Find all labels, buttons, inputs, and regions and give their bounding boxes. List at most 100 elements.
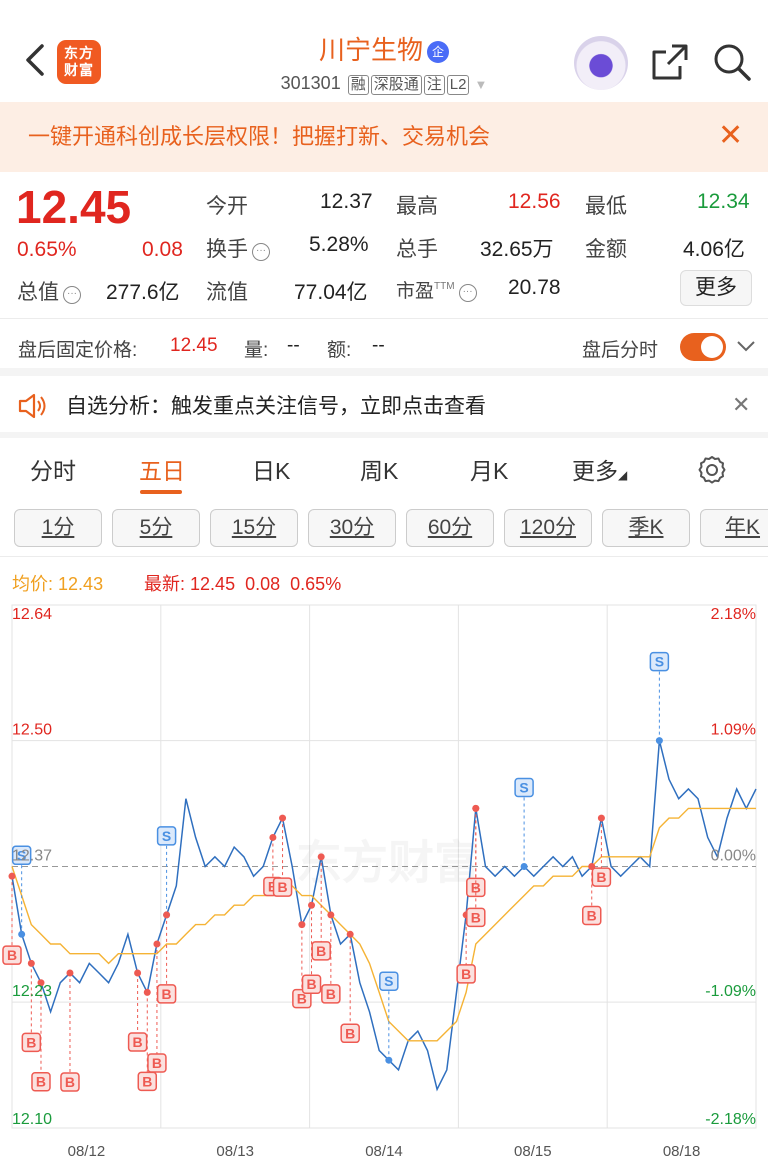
assistant-avatar[interactable] [574, 36, 628, 90]
sell-marker: S [649, 651, 670, 672]
after-hours-amount: -- [372, 335, 385, 356]
stock-code: 301301 [280, 73, 341, 93]
after-hours-toggle[interactable] [680, 333, 726, 361]
tab-more[interactable]: 更多◢ [572, 452, 627, 486]
buy-marker: B [456, 964, 476, 984]
stock-name: 川宁生物 [318, 35, 423, 65]
after-hours-amount-label: 额: [327, 340, 352, 361]
marker-dot [143, 988, 151, 996]
marker-label: B [306, 976, 316, 992]
marker-label: B [133, 1034, 143, 1050]
marker-dot [346, 930, 354, 938]
marker-dot [520, 863, 528, 870]
marker-dot [597, 814, 605, 822]
label-text: 换手 [206, 238, 248, 261]
marker-label: S [519, 780, 528, 796]
marker-label: B [162, 986, 172, 1002]
marker-dot [27, 959, 35, 967]
period-5min[interactable]: 5分 [112, 509, 200, 547]
after-hours-volume-label: 量: [244, 340, 269, 361]
settings-gear-icon[interactable] [696, 454, 728, 486]
promo-text: 一键开通科创成长层权限！把握打新、交易机会 [28, 124, 491, 149]
marker-dot [269, 833, 277, 841]
tab-daily-k[interactable]: 日K [252, 452, 290, 486]
tag-level2: L2 [446, 75, 470, 95]
latest-legend: 最新: 12.45 0.08 0.65% [144, 570, 341, 596]
amount-value: 4.06亿 [683, 238, 745, 261]
marker-label: B [36, 1074, 46, 1090]
sell-marker: S [156, 826, 177, 846]
avg-price-legend: 均价: 12.43 [12, 570, 103, 596]
marker-dot [279, 814, 287, 822]
market-cap: 277.6亿 [106, 281, 180, 304]
marker-dot [472, 804, 480, 812]
period-120min[interactable]: 120分 [504, 509, 592, 547]
y-tick-left: 12.50 [12, 722, 52, 739]
label-text: 市盈 [396, 281, 435, 302]
price-line [11, 740, 757, 1092]
marker-dot [18, 930, 26, 938]
after-hours-price: 12.45 [170, 335, 218, 356]
marker-dot [317, 853, 325, 861]
sell-marker: S [514, 777, 534, 798]
x-tick: 08/13 [216, 1143, 254, 1156]
marker-label: S [384, 973, 393, 989]
period-year-k[interactable]: 年K [700, 509, 768, 547]
period-1min[interactable]: 1分 [14, 509, 102, 547]
buy-marker: B [591, 867, 612, 887]
tab-more-label: 更多 [572, 458, 618, 484]
marker-label: B [596, 869, 606, 885]
marker-dot [385, 1056, 393, 1064]
buy-marker: B [156, 984, 177, 1004]
avg-value: 12.43 [58, 574, 104, 594]
more-dots-icon: ··· [458, 284, 477, 302]
buy-marker: B [137, 1071, 158, 1092]
period-60min[interactable]: 60分 [406, 509, 494, 547]
period-30min[interactable]: 30分 [308, 509, 396, 547]
latest-percent: 0.65% [290, 574, 342, 594]
tab-intraday[interactable]: 分时 [30, 452, 76, 486]
promo-banner[interactable]: 一键开通科创成长层权限！把握打新、交易机会 [0, 102, 768, 172]
marker-label: B [142, 1073, 152, 1089]
watermark: 东方财富 [296, 837, 480, 889]
buy-marker: B [147, 1053, 167, 1073]
tab-five-day[interactable]: 五日 [139, 452, 185, 486]
tab-weekly-k[interactable]: 周K [360, 452, 398, 486]
more-button[interactable]: 更多 [680, 270, 752, 306]
latest-value: 12.45 [190, 574, 236, 594]
pe-label[interactable]: 市盈TTM ··· [396, 276, 477, 303]
y-tick-right: -1.09% [705, 983, 756, 1000]
market-cap-label[interactable]: 总值 ··· [17, 276, 81, 306]
dropdown-triangle-icon: ▼ [474, 77, 488, 92]
volume-label: 总手 [396, 238, 438, 261]
close-icon[interactable]: ✕ [718, 118, 743, 154]
after-hours-volume: -- [287, 335, 300, 356]
avg-label: 均价: [12, 574, 54, 594]
close-signal-icon[interactable]: ✕ [732, 392, 750, 418]
y-tick-left: 12.64 [12, 606, 52, 623]
tag-connect: 深股通 [370, 75, 422, 95]
chevron-down-icon[interactable] [736, 338, 756, 354]
x-tick: 08/15 [514, 1143, 552, 1156]
marker-label: S [655, 654, 664, 670]
pe-superscript: TTM [434, 281, 455, 292]
divider [0, 556, 768, 557]
label-text: 总值 [17, 281, 59, 304]
open-label: 今开 [206, 195, 248, 218]
marker-label: B [152, 1055, 162, 1071]
turnover-label[interactable]: 换手 ··· [206, 233, 270, 263]
period-quarter-k[interactable]: 季K [602, 509, 690, 547]
period-15min[interactable]: 15分 [210, 509, 298, 547]
turnover-value: 5.28% [309, 233, 369, 256]
five-day-chart[interactable]: 东方财富SSSSSBBBBBBBBBBBBBBBBBBBB12.642.18%1… [0, 600, 768, 1156]
low-label: 最低 [585, 195, 627, 218]
buy-marker: B [127, 1032, 148, 1052]
signal-text[interactable]: 自选分析：触发重点关注信号，立即点击查看 [66, 390, 486, 420]
tab-monthly-k[interactable]: 月K [470, 452, 508, 486]
x-tick: 08/12 [68, 1143, 106, 1156]
buy-marker: B [466, 907, 486, 928]
share-icon[interactable] [650, 42, 690, 82]
y-tick-left: 12.10 [12, 1111, 52, 1128]
search-icon[interactable] [712, 42, 752, 82]
marker-label: B [26, 1034, 36, 1050]
